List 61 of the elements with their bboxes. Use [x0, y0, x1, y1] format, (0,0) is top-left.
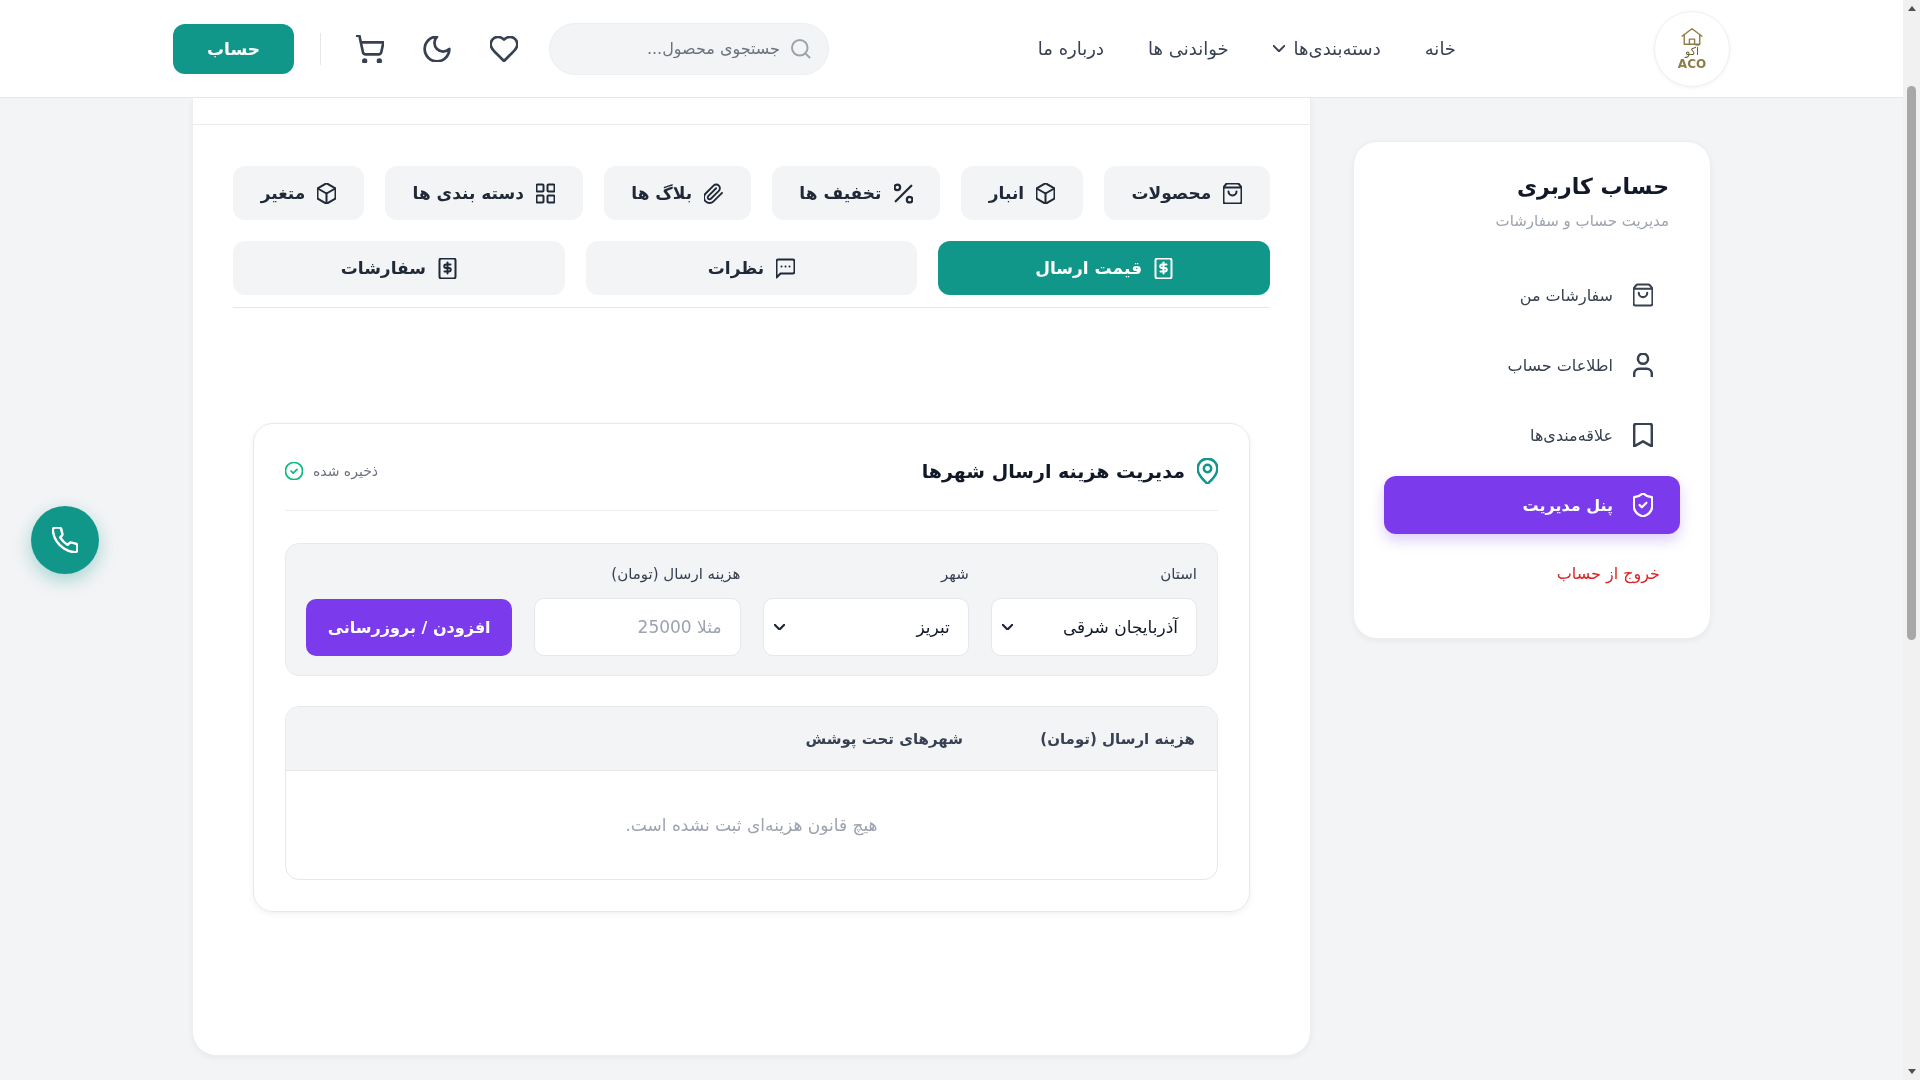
- receipt-icon: [1154, 257, 1174, 279]
- empty-message: هیچ قانون هزینه‌ای ثبت نشده است.: [625, 815, 878, 835]
- account-button[interactable]: حساب: [173, 23, 294, 74]
- shield-check-icon: [1633, 493, 1653, 517]
- cart-icon[interactable]: [356, 34, 384, 63]
- cube-icon: [317, 182, 337, 204]
- search-field[interactable]: جستجوی محصول...: [549, 22, 829, 75]
- chevron-down-icon: [773, 624, 785, 630]
- nav-link[interactable]: درباره ما: [1037, 38, 1104, 59]
- search-icon: [791, 38, 811, 59]
- receipt-icon: [438, 257, 457, 279]
- nav-link[interactable]: دسته‌بندی‌ها: [1272, 38, 1381, 59]
- paperclip-icon: [704, 182, 724, 204]
- sidebar-subtitle: مدیریت حساب و سفارشات: [1494, 211, 1669, 232]
- user-icon: [1633, 353, 1653, 377]
- sidebar-item[interactable]: پنل مدیریت: [1384, 476, 1680, 534]
- tab[interactable]: بلاگ ها: [603, 166, 751, 220]
- province-select[interactable]: آذربایجان شرقی: [990, 598, 1197, 656]
- saved-status: ذخیره شده: [313, 463, 379, 479]
- field-label: استان: [1159, 564, 1197, 585]
- heart-icon[interactable]: [490, 35, 518, 62]
- nav-link[interactable]: خانه: [1424, 38, 1456, 59]
- submit-button[interactable]: افزودن / بروزرسانی: [306, 599, 513, 656]
- tab[interactable]: قیمت ارسال: [938, 241, 1270, 295]
- tab[interactable]: انبار: [961, 166, 1083, 220]
- tab[interactable]: نظرات: [585, 241, 918, 295]
- sidebar-item[interactable]: اطلاعات حساب: [1384, 336, 1680, 394]
- grid-icon: [535, 182, 555, 204]
- chat-icon: [776, 257, 796, 279]
- tab[interactable]: تخفیف ها: [771, 166, 941, 220]
- tab[interactable]: دسته بندی ها: [384, 166, 583, 220]
- scrollbar[interactable]: [1903, 0, 1920, 1080]
- tab[interactable]: متغیر: [233, 166, 364, 220]
- cost-input[interactable]: مثلا 25000: [534, 598, 741, 656]
- field-label: شهر: [939, 564, 969, 585]
- scroll-up-icon[interactable]: [1907, 6, 1916, 11]
- column-header: شهرهای تحت پوشش: [805, 729, 963, 748]
- sidebar-title: حساب کاربری: [1515, 173, 1669, 202]
- card-title: مدیریت هزینه ارسال شهرها: [921, 460, 1185, 482]
- sidebar-item[interactable]: سفارشات من: [1384, 266, 1680, 324]
- shopping-bag-icon: [1633, 283, 1653, 307]
- scrollbar-thumb[interactable]: [1907, 86, 1916, 640]
- tab[interactable]: سفارشات: [233, 241, 565, 295]
- scroll-down-icon[interactable]: [1907, 1069, 1916, 1074]
- moon-icon[interactable]: [423, 35, 451, 62]
- chevron-down-icon: [1272, 45, 1285, 52]
- chevron-down-icon: [1001, 624, 1013, 630]
- city-select[interactable]: تبریز: [762, 598, 969, 656]
- call-button[interactable]: [31, 506, 99, 574]
- phone-icon: [52, 527, 78, 553]
- cube-icon: [1036, 182, 1056, 204]
- map-pin-icon: [1197, 458, 1218, 484]
- shopping-bag-icon: [1223, 182, 1243, 204]
- field-label: هزینه ارسال (تومان): [610, 564, 741, 585]
- logout-link[interactable]: خروج از حساب: [1536, 552, 1680, 595]
- nav-link[interactable]: خواندنی ها: [1147, 38, 1229, 59]
- tab[interactable]: محصولات: [1103, 166, 1270, 220]
- sidebar-item[interactable]: علاقه‌مندی‌ها: [1384, 406, 1680, 464]
- percent-icon: [893, 182, 913, 204]
- bookmark-icon: [1633, 423, 1653, 447]
- column-header: هزینه ارسال (تومان): [1039, 729, 1195, 748]
